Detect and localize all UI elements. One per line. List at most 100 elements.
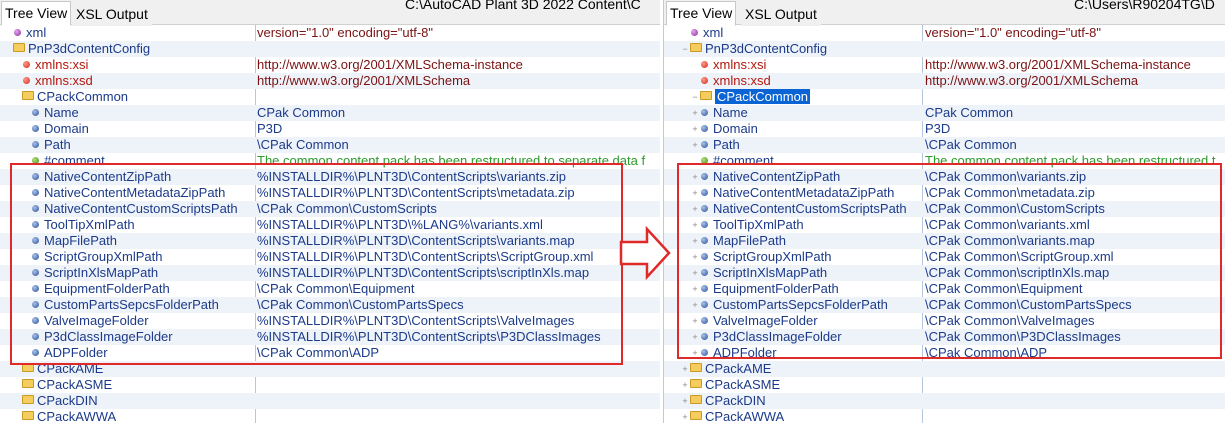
node-name-cell[interactable]: xmlns:xsd — [0, 73, 263, 89]
tree-row[interactable]: xmlns:xsd http://www.w3.org/2001/XMLSchem… — [664, 73, 1225, 89]
expand-icon[interactable]: + — [691, 281, 699, 297]
node-name-cell[interactable]: CPackASME — [0, 377, 263, 393]
tree-row[interactable]: + CPackDIN — [664, 393, 1225, 409]
tree-row[interactable]: + CPackAME — [664, 361, 1225, 377]
tab-xsl-output[interactable]: XSL Output — [72, 2, 152, 26]
node-name-cell[interactable]: + P3dClassImageFolder — [664, 329, 948, 345]
tree-row[interactable]: Name CPak Common — [0, 105, 660, 121]
tree-row[interactable]: + CustomPartsSepcsFolderPath \CPak Common\… — [664, 297, 1225, 313]
tree-row[interactable]: CPackCommon — [0, 89, 660, 105]
tree-row[interactable]: + NativeContentCustomScriptsPath \CPak Com… — [664, 201, 1225, 217]
tree-row[interactable]: + Path \CPak Common — [664, 137, 1225, 153]
expand-icon[interactable]: + — [691, 137, 699, 153]
node-name-cell[interactable]: − PnP3dContentConfig — [664, 41, 938, 57]
expand-icon[interactable]: + — [691, 169, 699, 185]
node-name-cell[interactable]: ScriptInXlsMapPath — [0, 265, 272, 281]
tree-row[interactable]: + MapFilePath \CPak Common\variants.map — [664, 233, 1225, 249]
tree-row[interactable]: + ADPFolder \CPak Common\ADP — [664, 345, 1225, 361]
expand-icon[interactable]: + — [691, 249, 699, 265]
tree-row[interactable]: xmlns:xsi http://www.w3.org/2001/XMLSchem… — [0, 57, 660, 73]
node-name-cell[interactable]: #comment — [0, 153, 272, 169]
node-name-cell[interactable]: + CPackAME — [664, 361, 938, 377]
node-name-cell[interactable]: + NativeContentMetadataZipPath — [664, 185, 948, 201]
node-name-cell[interactable]: xml — [664, 25, 938, 41]
tree-row[interactable]: CPackASME — [0, 377, 660, 393]
tab-tree-view[interactable]: Tree View — [666, 1, 737, 26]
node-name-cell[interactable]: + Name — [664, 105, 948, 121]
tree-row[interactable]: #comment The common content pack has been… — [664, 153, 1225, 169]
node-name-cell[interactable]: MapFilePath — [0, 233, 272, 249]
node-name-cell[interactable]: NativeContentMetadataZipPath — [0, 185, 272, 201]
tree-row[interactable]: − PnP3dContentConfig — [664, 41, 1225, 57]
tree-row[interactable]: + ToolTipXmlPath \CPak Common\variants.xml — [664, 217, 1225, 233]
expand-icon[interactable]: + — [681, 393, 689, 409]
expand-icon[interactable]: + — [691, 233, 699, 249]
tree-row[interactable]: ValveImageFolder %INSTALLDIR%\PLNT3D\Cont… — [0, 313, 660, 329]
tree-row[interactable]: CPackAWWA — [0, 409, 660, 423]
tree-row[interactable]: MapFilePath %INSTALLDIR%\PLNT3D\ContentSc… — [0, 233, 660, 249]
tree-row[interactable]: ToolTipXmlPath %INSTALLDIR%\PLNT3D\%LANG%… — [0, 217, 660, 233]
node-name-cell[interactable]: Path — [0, 137, 272, 153]
tree-row[interactable]: xml version="1.0" encoding="utf-8" — [0, 25, 660, 41]
tree-row[interactable]: − CPackCommon — [664, 89, 1225, 105]
node-name-cell[interactable]: #comment — [664, 153, 948, 169]
node-name-cell[interactable]: + NativeContentCustomScriptsPath — [664, 201, 948, 217]
expand-icon[interactable]: + — [691, 217, 699, 233]
node-name-cell[interactable]: − CPackCommon — [664, 89, 948, 105]
expand-icon[interactable]: + — [691, 105, 699, 121]
tree-row[interactable]: + ScriptGroupXmlPath \CPak Common\ScriptGr… — [664, 249, 1225, 265]
node-name-cell[interactable]: + CustomPartsSepcsFolderPath — [664, 297, 948, 313]
tree-row[interactable]: PnP3dContentConfig — [0, 41, 660, 57]
tree-row[interactable]: Path \CPak Common — [0, 137, 660, 153]
tree-row[interactable]: xmlns:xsd http://www.w3.org/2001/XMLSchem… — [0, 73, 660, 89]
node-name-cell[interactable]: NativeContentZipPath — [0, 169, 272, 185]
tree-row[interactable]: ADPFolder \CPak Common\ADP — [0, 345, 660, 361]
node-name-cell[interactable]: + CPackDIN — [664, 393, 938, 409]
node-name-cell[interactable]: Domain — [0, 121, 272, 137]
expand-icon[interactable]: + — [691, 121, 699, 137]
tree-row[interactable]: + NativeContentZipPath \CPak Common\varian… — [664, 169, 1225, 185]
expand-icon[interactable]: + — [691, 265, 699, 281]
tab-xsl-output[interactable]: XSL Output — [741, 2, 821, 26]
expand-icon[interactable]: + — [691, 329, 699, 345]
node-name-cell[interactable]: + MapFilePath — [664, 233, 948, 249]
node-name-cell[interactable]: ValveImageFolder — [0, 313, 272, 329]
tree-row[interactable]: + ValveImageFolder \CPak Common\ValveImage… — [664, 313, 1225, 329]
node-name-cell[interactable]: + Path — [664, 137, 948, 153]
tab-tree-view[interactable]: Tree View — [1, 1, 72, 26]
tree-row[interactable]: NativeContentCustomScriptsPath \CPak Comm… — [0, 201, 660, 217]
node-name-cell[interactable]: xml — [0, 25, 254, 41]
tree-row[interactable]: xmlns:xsi http://www.w3.org/2001/XMLSchem… — [664, 57, 1225, 73]
collapse-icon[interactable]: − — [681, 41, 689, 57]
node-name-cell[interactable]: CPackDIN — [0, 393, 263, 409]
node-name-cell[interactable]: CPackCommon — [0, 89, 263, 105]
node-name-cell[interactable]: CPackAME — [0, 361, 263, 377]
tree-row[interactable]: + CPackAWWA — [664, 409, 1225, 423]
node-name-cell[interactable]: CustomPartsSepcsFolderPath — [0, 297, 272, 313]
node-name-cell[interactable]: + ScriptGroupXmlPath — [664, 249, 948, 265]
tree-row[interactable]: #comment The common content pack has been… — [0, 153, 660, 169]
expand-icon[interactable]: + — [691, 201, 699, 217]
node-name-cell[interactable]: ToolTipXmlPath — [0, 217, 272, 233]
tree-row[interactable]: xml version="1.0" encoding="utf-8" — [664, 25, 1225, 41]
tree-row[interactable]: ScriptInXlsMapPath %INSTALLDIR%\PLNT3D\Co… — [0, 265, 660, 281]
node-name-cell[interactable]: xmlns:xsi — [0, 57, 263, 73]
node-name-cell[interactable]: P3dClassImageFolder — [0, 329, 272, 345]
node-name-cell[interactable]: + Domain — [664, 121, 948, 137]
node-name-cell[interactable]: Name — [0, 105, 272, 121]
tree-row[interactable]: + EquipmentFolderPath \CPak Common\Equipme… — [664, 281, 1225, 297]
expand-icon[interactable]: + — [681, 361, 689, 377]
expand-icon[interactable]: + — [681, 377, 689, 393]
tree-row[interactable]: + Name CPak Common — [664, 105, 1225, 121]
node-name-cell[interactable]: + ValveImageFolder — [664, 313, 948, 329]
node-name-cell[interactable]: ScriptGroupXmlPath — [0, 249, 272, 265]
expand-icon[interactable]: + — [691, 297, 699, 313]
tree-row[interactable]: + P3dClassImageFolder \CPak Common\P3DClas… — [664, 329, 1225, 345]
tree-row[interactable]: P3dClassImageFolder %INSTALLDIR%\PLNT3D\C… — [0, 329, 660, 345]
expand-icon[interactable]: + — [681, 409, 689, 423]
tree-row[interactable]: CPackDIN — [0, 393, 660, 409]
node-name-cell[interactable]: + NativeContentZipPath — [664, 169, 948, 185]
tree-row[interactable]: ScriptGroupXmlPath %INSTALLDIR%\PLNT3D\Co… — [0, 249, 660, 265]
tree-row[interactable]: Domain P3D — [0, 121, 660, 137]
node-name-cell[interactable]: ADPFolder — [0, 345, 272, 361]
